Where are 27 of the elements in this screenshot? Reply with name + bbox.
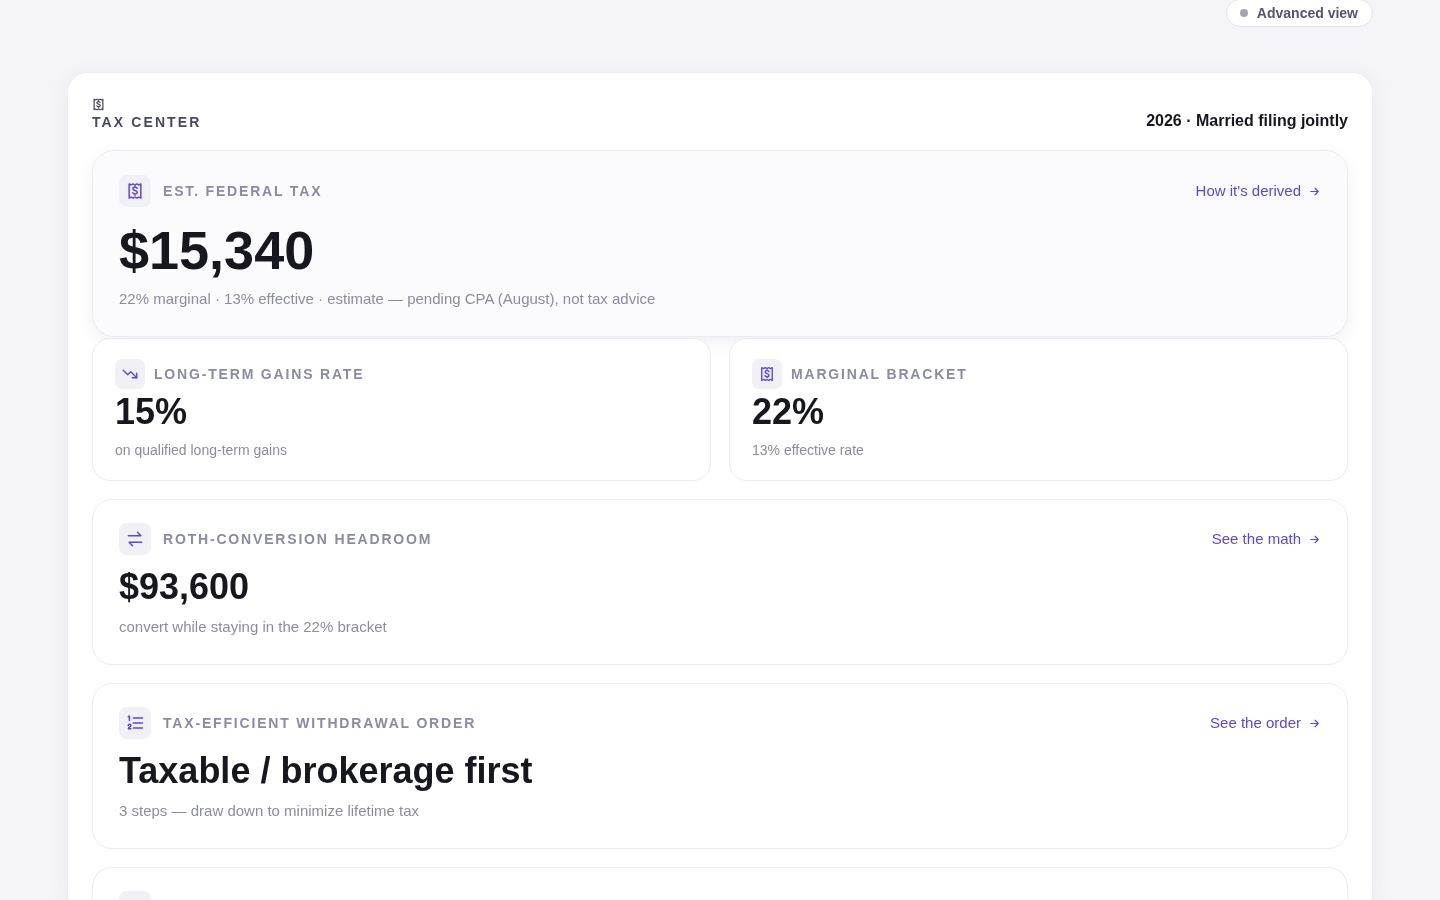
card-value: 22%: [752, 394, 826, 430]
card-note: on qualified long-term gains: [115, 441, 288, 460]
card-value: 15%: [115, 394, 189, 430]
card-note: 22% marginal · 13% effective · estimate — pending CPA (August), not tax advice: [119, 289, 657, 309]
receipt-dollar-icon: [752, 359, 782, 389]
trend-down-icon: [115, 359, 145, 389]
card-value: Taxable / brokerage first: [119, 753, 534, 789]
details-link[interactable]: How it's derived: [1195, 179, 1321, 203]
card-value: $15,340: [119, 223, 316, 277]
swap-arrows-icon: [119, 523, 151, 555]
details-link[interactable]: See the math: [1211, 527, 1321, 551]
card-note: 13% effective rate: [752, 441, 865, 460]
card-label: TAX-EFFICIENT WITHDRAWAL ORDER: [163, 713, 477, 733]
card-label: MARGINAL BRACKET: [791, 364, 968, 384]
card-label: EST. FEDERAL TAX: [163, 181, 323, 201]
details-link[interactable]: See the order: [1210, 711, 1321, 735]
advanced-view-toggle[interactable]: Advanced view: [1225, 0, 1373, 27]
card-note: convert while staying in the 22% bracket: [119, 617, 388, 637]
receipt-dollar-icon: [91, 97, 106, 112]
card-note: 3 steps — draw down to minimize lifetime tax: [119, 801, 421, 821]
card-label: ROTH-CONVERSION HEADROOM: [163, 529, 433, 549]
filing-status: 2026 · Married filing jointly: [1146, 111, 1348, 131]
card-value: $93,600: [119, 569, 251, 605]
receipt-dollar-icon: [119, 175, 151, 207]
numbered-list-icon: [119, 707, 151, 739]
panel-title: TAX CENTER: [92, 113, 202, 132]
card-label: LONG-TERM GAINS RATE: [154, 364, 365, 384]
